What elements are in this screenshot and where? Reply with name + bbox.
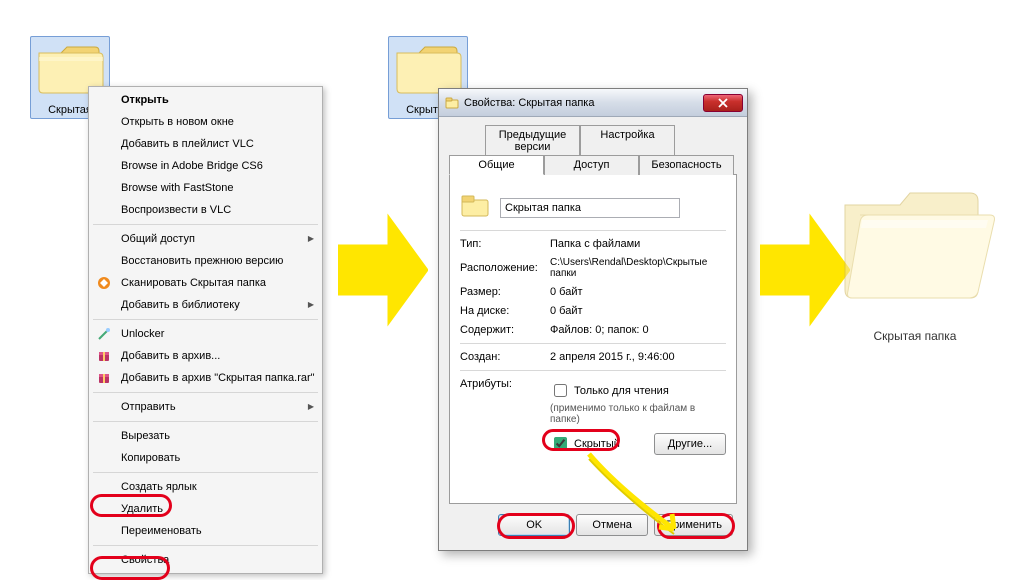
lbl-attributes: Атрибуты: (460, 378, 550, 390)
cm-properties[interactable]: Свойства (89, 549, 322, 571)
cm-add-vlc-playlist[interactable]: Добавить в плейлист VLC (89, 133, 322, 155)
cm-open[interactable]: Открыть (89, 89, 322, 111)
tab-sharing[interactable]: Доступ (544, 155, 639, 175)
dialog-titlebar[interactable]: Свойства: Скрытая папка (439, 89, 747, 117)
close-icon (718, 98, 728, 108)
tab-pane-general: Тип:Папка с файлами Расположение:C:\User… (449, 174, 737, 504)
cm-browse-faststone[interactable]: Browse with FastStone (89, 177, 322, 199)
hidden-checkbox[interactable] (554, 437, 567, 450)
readonly-label: Только для чтения (574, 385, 669, 397)
other-button[interactable]: Другие... (654, 433, 726, 455)
tab-security[interactable]: Безопасность (639, 155, 734, 175)
folder-small-icon (445, 96, 459, 110)
lbl-location: Расположение: (460, 262, 550, 274)
cm-separator (93, 472, 318, 473)
tab-prev-versions[interactable]: Предыдущие версии (485, 125, 580, 156)
val-created: 2 апреля 2015 г., 9:46:00 (550, 351, 726, 363)
dialog-title: Свойства: Скрытая папка (464, 97, 594, 109)
cm-copy[interactable]: Копировать (89, 447, 322, 469)
cancel-button[interactable]: Отмена (576, 514, 648, 536)
lbl-size: Размер: (460, 286, 550, 298)
cm-separator (93, 319, 318, 320)
cm-add-archive-label: Добавить в архив... (121, 350, 220, 362)
cm-browse-bridge[interactable]: Browse in Adobe Bridge CS6 (89, 155, 322, 177)
apply-button[interactable]: Применить (654, 514, 733, 536)
cm-restore-previous[interactable]: Восстановить прежнюю версию (89, 250, 322, 272)
cm-add-archive-rar-label: Добавить в архив "Скрытая папка.rar" (121, 372, 315, 384)
cm-sharing[interactable]: Общий доступ (89, 228, 322, 250)
cm-open-new-window[interactable]: Открыть в новом окне (89, 111, 322, 133)
lbl-ondisk: На диске: (460, 305, 550, 317)
readonly-note: (применимо только к файлам в папке) (550, 403, 726, 425)
ok-button[interactable]: OK (498, 514, 570, 536)
cm-separator (93, 421, 318, 422)
cm-scan[interactable]: Сканировать Скрытая папка (89, 272, 322, 294)
folder-name-input[interactable] (500, 198, 680, 218)
step-arrow-icon (338, 210, 428, 330)
cm-unlocker[interactable]: Unlocker (89, 323, 322, 345)
cm-cut[interactable]: Вырезать (89, 425, 322, 447)
val-contains: Файлов: 0; папок: 0 (550, 324, 726, 336)
folder-hidden[interactable]: Скрытая папка (830, 160, 1000, 343)
cm-play-vlc[interactable]: Воспроизвести в VLC (89, 199, 322, 221)
folder-thumb (460, 192, 500, 223)
cm-add-archive[interactable]: Добавить в архив... (89, 345, 322, 367)
archive-icon (96, 348, 112, 364)
val-ondisk: 0 байт (550, 305, 726, 317)
cm-separator (93, 224, 318, 225)
val-location: C:\Users\Rendal\Desktop\Скрытые папки (550, 257, 726, 279)
lbl-contains: Содержит: (460, 324, 550, 336)
folder-hidden-label: Скрытая папка (830, 329, 1000, 343)
context-menu: Открыть Открыть в новом окне Добавить в … (88, 86, 323, 574)
shield-icon (96, 275, 112, 291)
lbl-type: Тип: (460, 238, 550, 250)
cm-send-to[interactable]: Отправить (89, 396, 322, 418)
cm-add-library[interactable]: Добавить в библиотеку (89, 294, 322, 316)
folder-open-icon (830, 160, 1000, 330)
archive-icon (96, 370, 112, 386)
cm-separator (93, 545, 318, 546)
hidden-label: Скрытый (574, 438, 620, 450)
tab-customize[interactable]: Настройка (580, 125, 675, 156)
wand-icon (96, 326, 112, 342)
cm-rename[interactable]: Переименовать (89, 520, 322, 542)
cm-scan-label: Сканировать Скрытая папка (121, 277, 266, 289)
cm-shortcut[interactable]: Создать ярлык (89, 476, 322, 498)
lbl-created: Создан: (460, 351, 550, 363)
tab-general[interactable]: Общие (449, 155, 544, 175)
val-size: 0 байт (550, 286, 726, 298)
cm-add-archive-rar[interactable]: Добавить в архив "Скрытая папка.rar" (89, 367, 322, 389)
close-button[interactable] (703, 94, 743, 112)
properties-dialog: Свойства: Скрытая папка Предыдущие верси… (438, 88, 748, 551)
cm-delete[interactable]: Удалить (89, 498, 322, 520)
val-type: Папка с файлами (550, 238, 726, 250)
cm-unlocker-label: Unlocker (121, 328, 164, 340)
cm-separator (93, 392, 318, 393)
readonly-checkbox[interactable] (554, 384, 567, 397)
